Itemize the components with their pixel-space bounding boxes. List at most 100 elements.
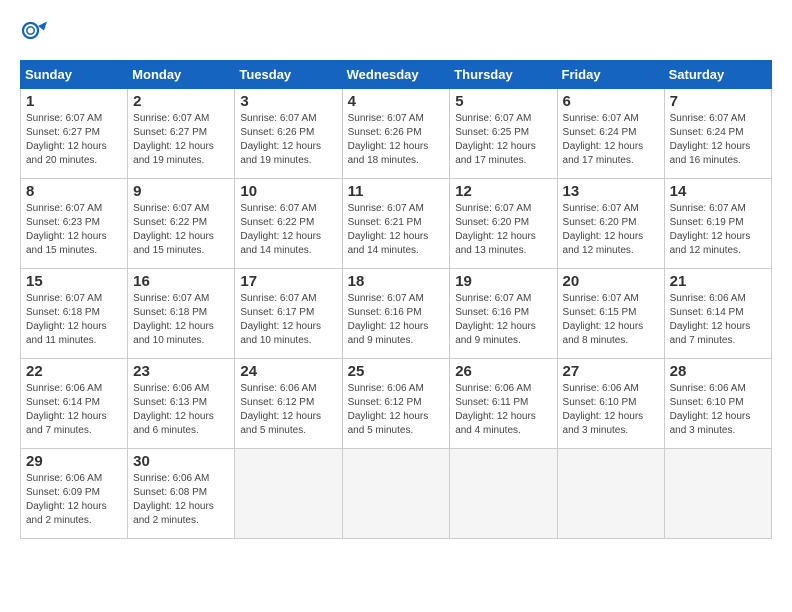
calendar-cell: 15 Sunrise: 6:07 AM Sunset: 6:18 PM Dayli… [21, 269, 128, 359]
day-info: Sunrise: 6:07 AM Sunset: 6:18 PM Dayligh… [133, 292, 229, 348]
calendar-week: 15 Sunrise: 6:07 AM Sunset: 6:18 PM Dayli… [21, 269, 772, 359]
calendar-body: 1Sunrise: 6:07 AM Sunset: 6:27 PM Daylig… [21, 89, 772, 539]
calendar-cell: 30 Sunrise: 6:06 AM Sunset: 6:08 PM Dayli… [128, 449, 235, 539]
calendar-cell: 9 Sunrise: 6:07 AM Sunset: 6:22 PM Daylig… [128, 179, 235, 269]
day-number: 18 [348, 273, 445, 290]
calendar-week: 8 Sunrise: 6:07 AM Sunset: 6:23 PM Daylig… [21, 179, 772, 269]
day-number: 3 [240, 93, 336, 110]
day-info: Sunrise: 6:07 AM Sunset: 6:20 PM Dayligh… [455, 202, 551, 258]
day-number: 7 [670, 93, 766, 110]
day-info: Sunrise: 6:06 AM Sunset: 6:10 PM Dayligh… [563, 382, 659, 438]
calendar-week: 22 Sunrise: 6:06 AM Sunset: 6:14 PM Dayli… [21, 359, 772, 449]
calendar-cell: 27 Sunrise: 6:06 AM Sunset: 6:10 PM Dayli… [557, 359, 664, 449]
day-number: 4 [348, 93, 445, 110]
day-info: Sunrise: 6:06 AM Sunset: 6:14 PM Dayligh… [670, 292, 766, 348]
day-number: 27 [563, 363, 659, 380]
day-number: 2 [133, 93, 229, 110]
day-info: Sunrise: 6:07 AM Sunset: 6:20 PM Dayligh… [563, 202, 659, 258]
calendar-week: 1Sunrise: 6:07 AM Sunset: 6:27 PM Daylig… [21, 89, 772, 179]
calendar-cell: 18 Sunrise: 6:07 AM Sunset: 6:16 PM Dayli… [342, 269, 450, 359]
calendar-cell: 23 Sunrise: 6:06 AM Sunset: 6:13 PM Dayli… [128, 359, 235, 449]
calendar-cell: 4 Sunrise: 6:07 AM Sunset: 6:26 PM Daylig… [342, 89, 450, 179]
day-info: Sunrise: 6:07 AM Sunset: 6:26 PM Dayligh… [240, 112, 336, 168]
day-number: 26 [455, 363, 551, 380]
weekday-header: Sunday [21, 61, 128, 89]
day-info: Sunrise: 6:07 AM Sunset: 6:22 PM Dayligh… [240, 202, 336, 258]
day-number: 17 [240, 273, 336, 290]
weekday-header: Friday [557, 61, 664, 89]
day-number: 22 [26, 363, 122, 380]
calendar-cell: 3 Sunrise: 6:07 AM Sunset: 6:26 PM Daylig… [235, 89, 342, 179]
logo [20, 20, 54, 50]
day-info: Sunrise: 6:06 AM Sunset: 6:12 PM Dayligh… [240, 382, 336, 438]
day-number: 20 [563, 273, 659, 290]
day-info: Sunrise: 6:07 AM Sunset: 6:16 PM Dayligh… [348, 292, 445, 348]
weekday-header: Tuesday [235, 61, 342, 89]
calendar-cell: 19Sunrise: 6:07 AM Sunset: 6:16 PM Dayli… [450, 269, 557, 359]
calendar-cell: 12 Sunrise: 6:07 AM Sunset: 6:20 PM Dayli… [450, 179, 557, 269]
day-number: 10 [240, 183, 336, 200]
day-info: Sunrise: 6:07 AM Sunset: 6:22 PM Dayligh… [133, 202, 229, 258]
weekday-header: Monday [128, 61, 235, 89]
day-info: Sunrise: 6:07 AM Sunset: 6:15 PM Dayligh… [563, 292, 659, 348]
calendar-cell: 16 Sunrise: 6:07 AM Sunset: 6:18 PM Dayli… [128, 269, 235, 359]
day-info: Sunrise: 6:07 AM Sunset: 6:24 PM Dayligh… [670, 112, 766, 168]
calendar-cell: 25 Sunrise: 6:06 AM Sunset: 6:12 PM Dayli… [342, 359, 450, 449]
calendar-cell: 6 Sunrise: 6:07 AM Sunset: 6:24 PM Daylig… [557, 89, 664, 179]
calendar-cell: 14Sunrise: 6:07 AM Sunset: 6:19 PM Dayli… [664, 179, 771, 269]
calendar-cell: 1Sunrise: 6:07 AM Sunset: 6:27 PM Daylig… [21, 89, 128, 179]
calendar-cell: 29 Sunrise: 6:06 AM Sunset: 6:09 PM Dayli… [21, 449, 128, 539]
calendar-cell: 26 Sunrise: 6:06 AM Sunset: 6:11 PM Dayli… [450, 359, 557, 449]
day-number: 23 [133, 363, 229, 380]
day-number: 16 [133, 273, 229, 290]
calendar-cell: 7 Sunrise: 6:07 AM Sunset: 6:24 PM Daylig… [664, 89, 771, 179]
day-info: Sunrise: 6:07 AM Sunset: 6:25 PM Dayligh… [455, 112, 551, 168]
day-info: Sunrise: 6:07 AM Sunset: 6:26 PM Dayligh… [348, 112, 445, 168]
day-info: Sunrise: 6:06 AM Sunset: 6:14 PM Dayligh… [26, 382, 122, 438]
day-number: 8 [26, 183, 122, 200]
calendar-header: SundayMondayTuesdayWednesdayThursdayFrid… [21, 61, 772, 89]
calendar-cell: 11Sunrise: 6:07 AM Sunset: 6:21 PM Dayli… [342, 179, 450, 269]
day-info: Sunrise: 6:07 AM Sunset: 6:27 PM Dayligh… [133, 112, 229, 168]
calendar-cell: 17 Sunrise: 6:07 AM Sunset: 6:17 PM Dayli… [235, 269, 342, 359]
calendar-cell: 5 Sunrise: 6:07 AM Sunset: 6:25 PM Daylig… [450, 89, 557, 179]
day-info: Sunrise: 6:06 AM Sunset: 6:12 PM Dayligh… [348, 382, 445, 438]
day-number: 24 [240, 363, 336, 380]
weekday-header: Wednesday [342, 61, 450, 89]
day-info: Sunrise: 6:06 AM Sunset: 6:13 PM Dayligh… [133, 382, 229, 438]
day-info: Sunrise: 6:07 AM Sunset: 6:23 PM Dayligh… [26, 202, 122, 258]
day-number: 6 [563, 93, 659, 110]
calendar-cell: 2 Sunrise: 6:07 AM Sunset: 6:27 PM Daylig… [128, 89, 235, 179]
day-number: 30 [133, 453, 229, 470]
day-number: 9 [133, 183, 229, 200]
day-info: Sunrise: 6:06 AM Sunset: 6:11 PM Dayligh… [455, 382, 551, 438]
day-number: 25 [348, 363, 445, 380]
day-info: Sunrise: 6:06 AM Sunset: 6:09 PM Dayligh… [26, 472, 122, 528]
calendar-table: SundayMondayTuesdayWednesdayThursdayFrid… [20, 60, 772, 539]
weekday-header: Thursday [450, 61, 557, 89]
calendar-cell [450, 449, 557, 539]
day-info: Sunrise: 6:07 AM Sunset: 6:17 PM Dayligh… [240, 292, 336, 348]
page-header [20, 20, 772, 50]
calendar-cell: 28Sunrise: 6:06 AM Sunset: 6:10 PM Dayli… [664, 359, 771, 449]
day-number: 21 [670, 273, 766, 290]
calendar-cell [557, 449, 664, 539]
day-number: 12 [455, 183, 551, 200]
day-number: 11 [348, 183, 445, 200]
day-number: 5 [455, 93, 551, 110]
day-number: 19 [455, 273, 551, 290]
day-number: 13 [563, 183, 659, 200]
day-info: Sunrise: 6:07 AM Sunset: 6:24 PM Dayligh… [563, 112, 659, 168]
calendar-cell: 21 Sunrise: 6:06 AM Sunset: 6:14 PM Dayli… [664, 269, 771, 359]
calendar-cell [235, 449, 342, 539]
calendar-cell: 13 Sunrise: 6:07 AM Sunset: 6:20 PM Dayli… [557, 179, 664, 269]
day-number: 14 [670, 183, 766, 200]
calendar-cell: 24 Sunrise: 6:06 AM Sunset: 6:12 PM Dayli… [235, 359, 342, 449]
day-number: 15 [26, 273, 122, 290]
calendar-week: 29 Sunrise: 6:06 AM Sunset: 6:09 PM Dayli… [21, 449, 772, 539]
day-info: Sunrise: 6:07 AM Sunset: 6:18 PM Dayligh… [26, 292, 122, 348]
day-number: 28 [670, 363, 766, 380]
day-number: 29 [26, 453, 122, 470]
day-info: Sunrise: 6:06 AM Sunset: 6:08 PM Dayligh… [133, 472, 229, 528]
calendar-cell: 22 Sunrise: 6:06 AM Sunset: 6:14 PM Dayli… [21, 359, 128, 449]
